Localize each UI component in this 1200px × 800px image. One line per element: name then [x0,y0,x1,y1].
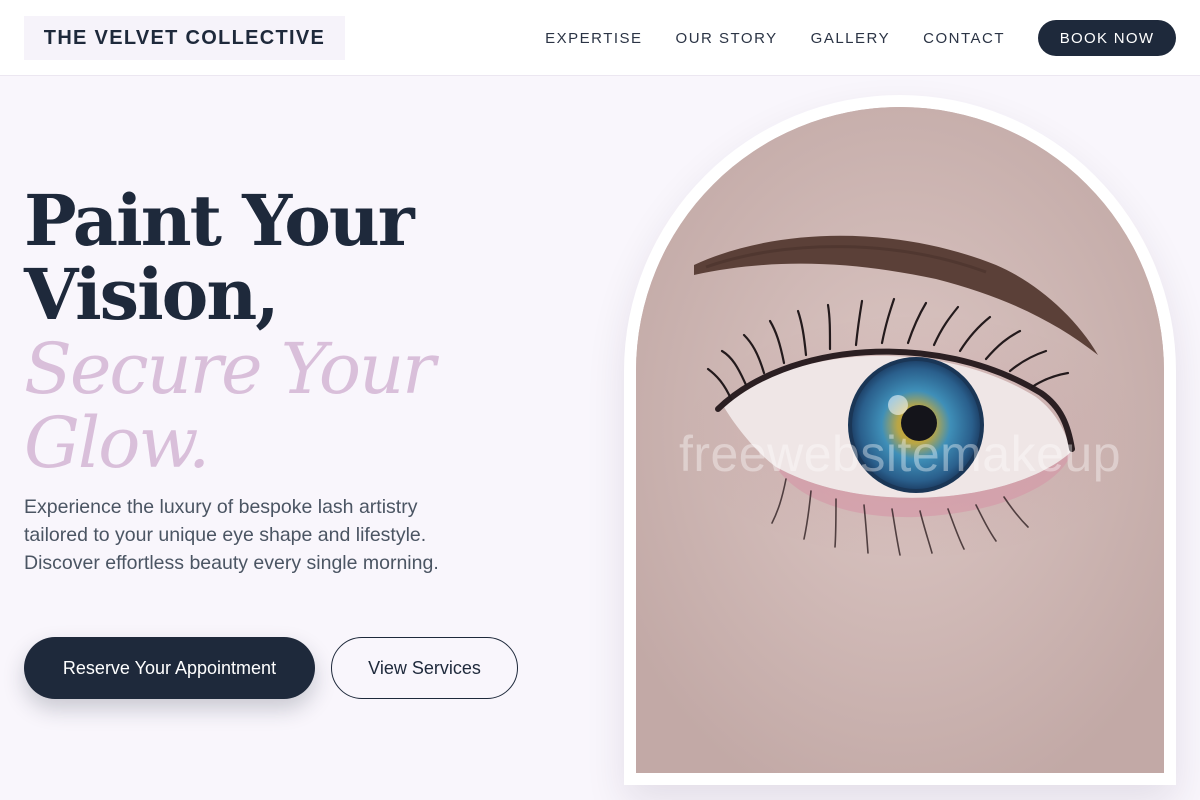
nav-link-contact[interactable]: CONTACT [923,30,1005,47]
view-services-button[interactable]: View Services [331,637,518,699]
nav-link-gallery[interactable]: GALLERY [811,30,890,47]
headline-line-2: Vision, [24,253,280,336]
headline-line-1: Paint Your [24,179,415,262]
hero-headline: Paint Your Vision, Secure Your Glow. [24,179,436,484]
image-watermark: freewebsitemakeup [678,426,1122,482]
eye-closeup-image: freewebsitemakeup [636,107,1164,773]
nav-link-expertise[interactable]: EXPERTISE [545,30,642,47]
nav-link-our-story[interactable]: OUR STORY [676,30,778,47]
headline-accent-line-1: Secure Your [24,328,436,410]
book-now-button[interactable]: BOOK NOW [1038,20,1176,56]
reserve-appointment-button[interactable]: Reserve Your Appointment [24,637,315,699]
main-nav: EXPERTISE OUR STORY GALLERY CONTACT BOOK… [545,0,1176,76]
hero-image-frame: freewebsitemakeup [624,95,1176,785]
brand-logo[interactable]: THE VELVET COLLECTIVE [24,16,345,60]
hero-description: Experience the luxury of bespoke lash ar… [24,496,439,574]
site-header: THE VELVET COLLECTIVE EXPERTISE OUR STOR… [0,0,1200,76]
headline-accent-line-2: Glow. [24,402,210,484]
